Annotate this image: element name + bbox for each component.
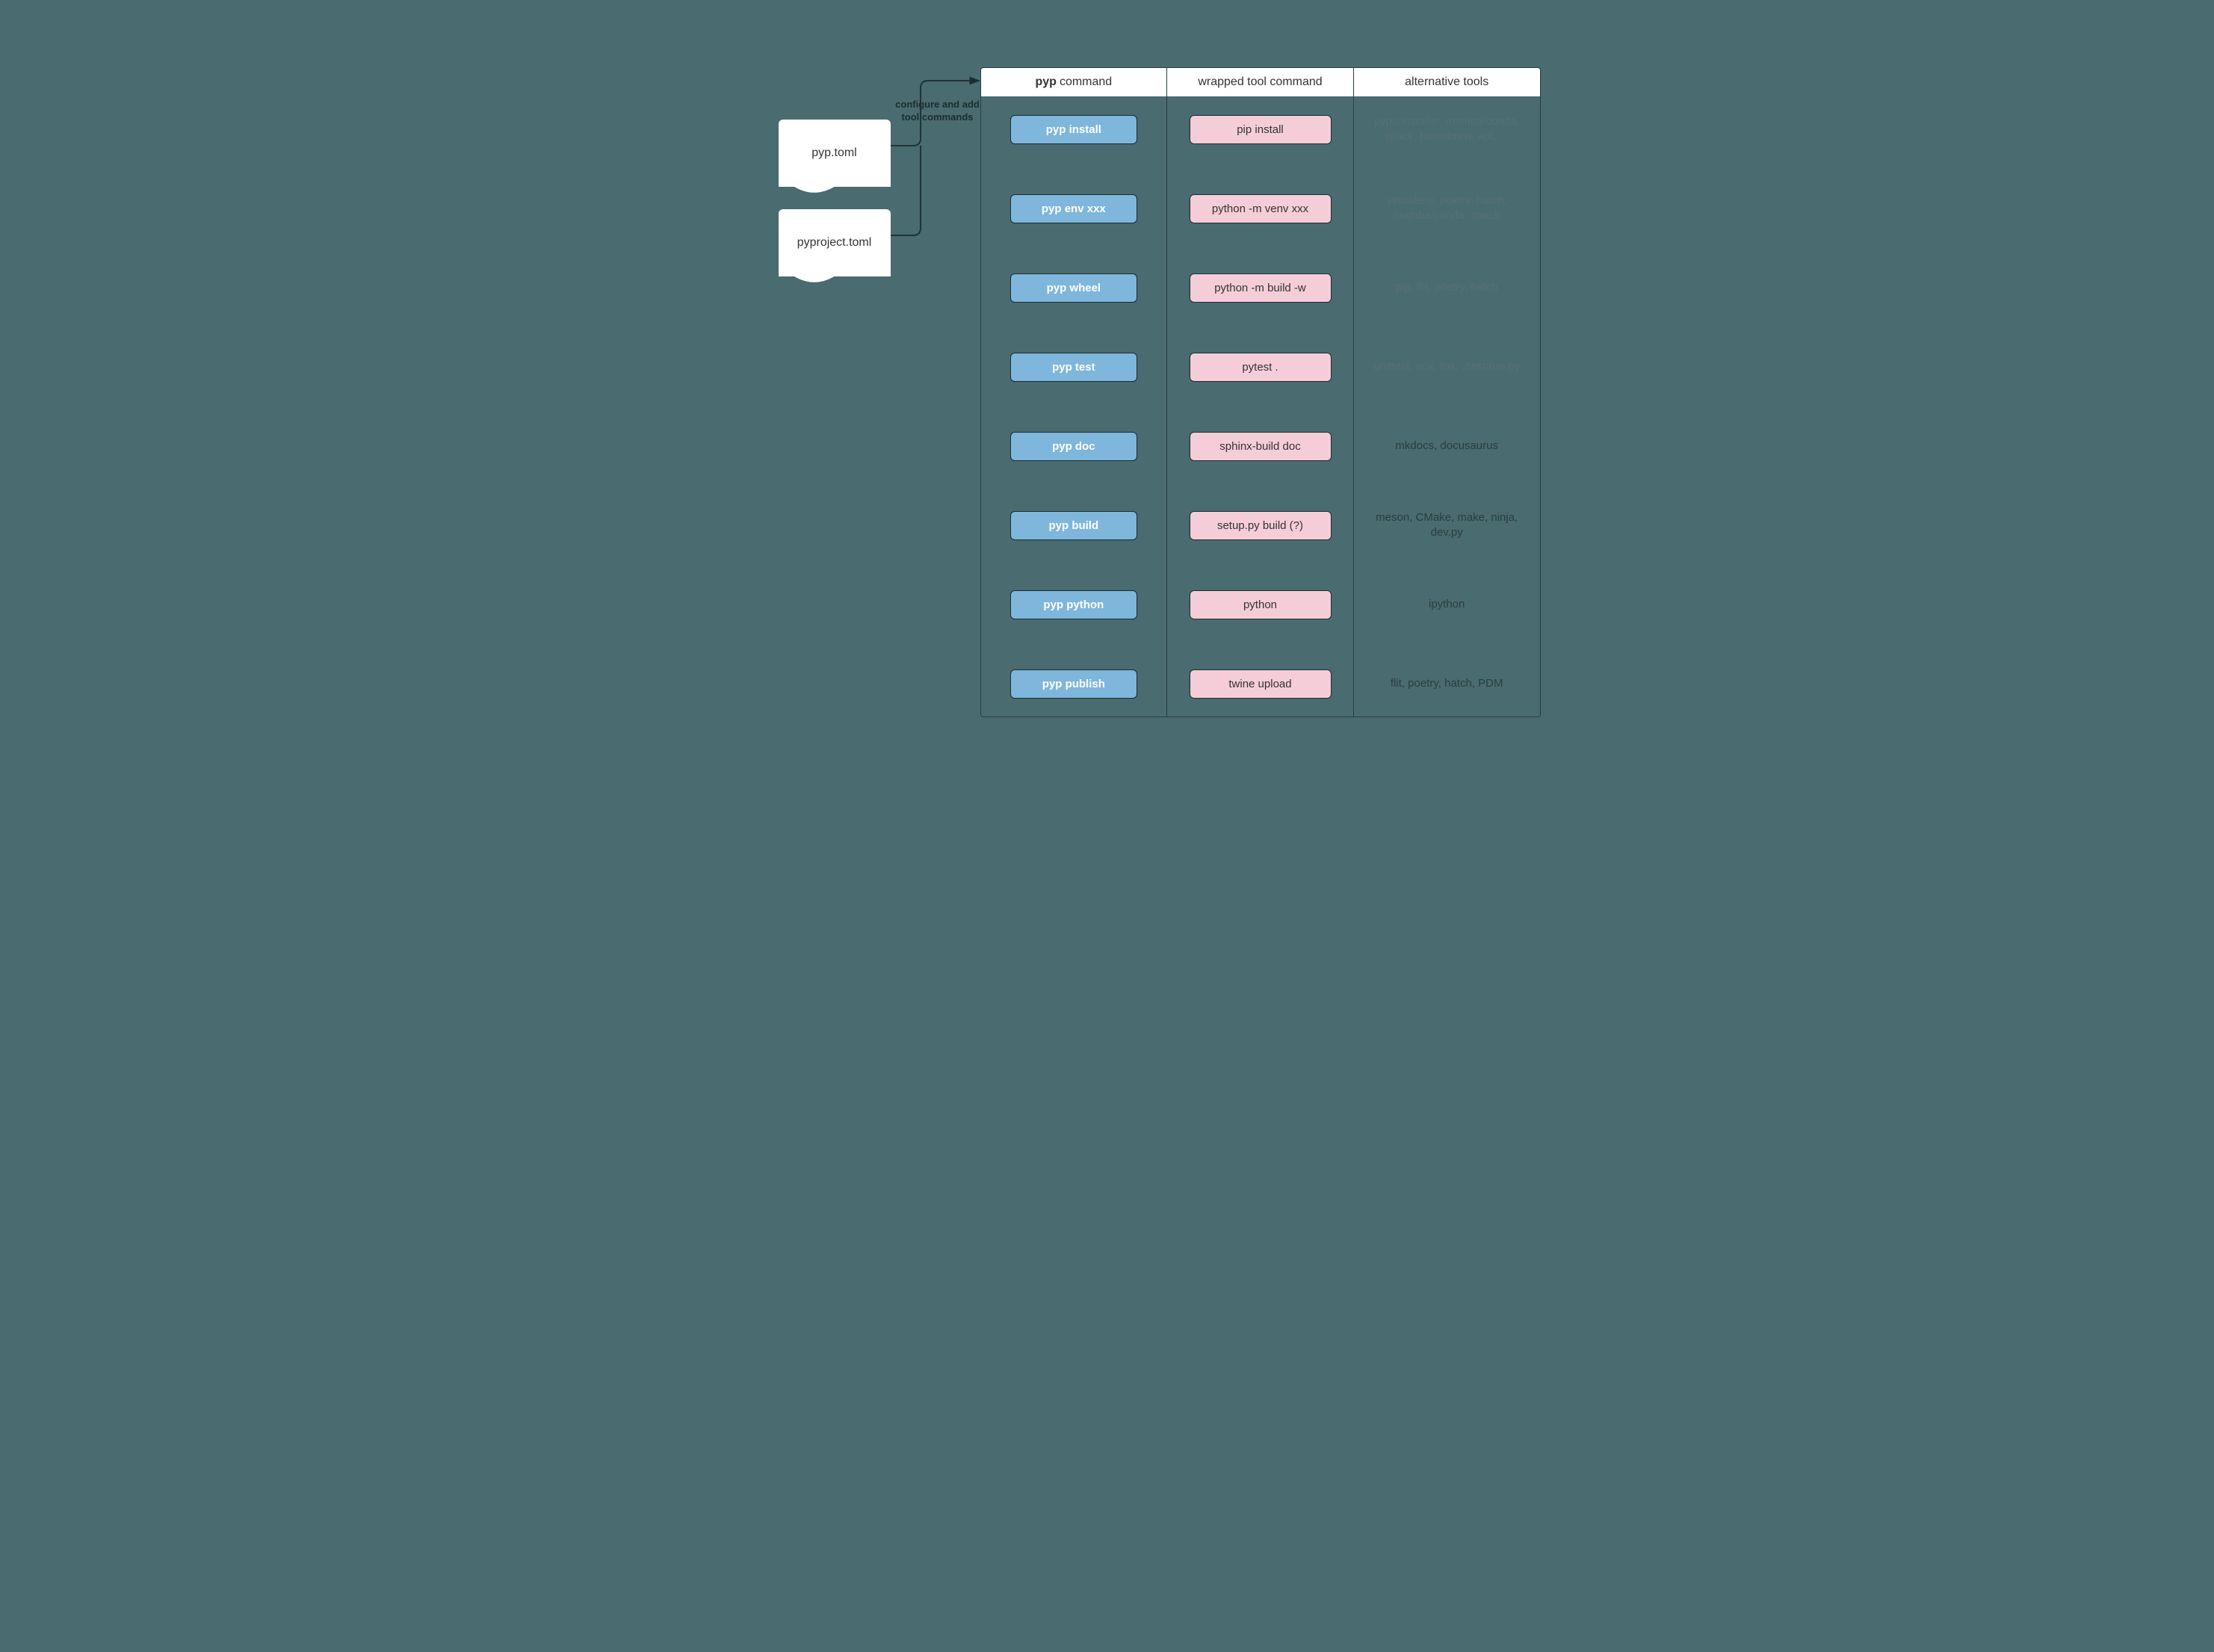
wrapped-command-badge: pytest . — [1190, 353, 1332, 382]
wrapped-cmd-slot: sphinx-build doc — [1181, 428, 1340, 464]
column-alt-tools: pypa/installer, mamba/conda, spack, home… — [1354, 96, 1540, 717]
header-pyp-command: pyp command — [981, 68, 1168, 96]
diagram-canvas: pyp.toml pyproject.toml configure and ad… — [667, 45, 1548, 762]
alt-tools-slot: mkdocs, docusaurus — [1367, 428, 1527, 464]
alt-tools-slot: pip, flit, poetry, hatch — [1367, 270, 1527, 306]
table-header-row: pyp command wrapped tool command alterna… — [981, 68, 1540, 96]
wrapped-cmd-slot: python -m build -w — [1181, 270, 1340, 306]
wrapped-command-badge: sphinx-build doc — [1190, 432, 1332, 461]
pyp-command-badge: pyp build — [1010, 511, 1137, 540]
pyp-command-badge: pyp test — [1010, 353, 1137, 382]
wrapped-command-badge: pip install — [1190, 115, 1332, 144]
command-table: pyp command wrapped tool command alterna… — [980, 67, 1541, 717]
file-pyproject-toml: pyproject.toml — [779, 209, 891, 276]
alt-tools-slot: flit, poetry, hatch, PDM — [1367, 666, 1527, 702]
header-wrapped-tool: wrapped tool command — [1167, 68, 1354, 96]
alt-tools-text: unittest, nox, tox, ./test/run.py — [1370, 352, 1523, 382]
pyp-cmd-slot: pyp install — [995, 111, 1154, 147]
table-body: pyp install pyp env xxx pyp wheel pyp test p… — [981, 96, 1540, 717]
pyp-command-badge: pyp python — [1010, 590, 1137, 619]
pyp-command-badge: pyp install — [1010, 115, 1137, 144]
alt-tools-slot: unittest, nox, tox, ./test/run.py — [1367, 349, 1527, 385]
file-label: pyproject.toml — [797, 236, 872, 250]
pyp-command-badge: pyp doc — [1010, 432, 1137, 461]
pyp-command-badge: pyp env xxx — [1010, 194, 1137, 223]
connector-label: configure and add tool commands — [885, 99, 990, 124]
wrapped-cmd-slot: setup.py build (?) — [1181, 507, 1340, 543]
pyp-cmd-slot: pyp publish — [995, 666, 1154, 702]
column-wrapped-tool: pip install python -m venv xxx python -m b… — [1167, 96, 1354, 717]
pyp-cmd-slot: pyp build — [995, 507, 1154, 543]
wrapped-cmd-slot: twine upload — [1181, 666, 1340, 702]
wrapped-command-badge: python -m venv xxx — [1190, 194, 1332, 223]
wrapped-command-badge: setup.py build (?) — [1190, 511, 1332, 540]
alt-tools-text: ipython — [1426, 590, 1468, 619]
wrapped-cmd-slot: pytest . — [1181, 349, 1340, 385]
alt-tools-text: flit, poetry, hatch, PDM — [1388, 669, 1506, 699]
pyp-command-badge: pyp wheel — [1010, 273, 1137, 303]
wrapped-cmd-slot: pip install — [1181, 111, 1340, 147]
alt-tools-text: virtualenv, poetry, hatch, mamba/conda, … — [1367, 194, 1527, 224]
pyp-command-badge: pyp publish — [1010, 669, 1137, 699]
alt-tools-slot: ipython — [1367, 587, 1527, 622]
alt-tools-slot: pypa/installer, mamba/conda, spack, home… — [1367, 111, 1527, 147]
alt-tools-text: mkdocs, docusaurus — [1392, 431, 1501, 461]
pyp-cmd-slot: pyp doc — [995, 428, 1154, 464]
alt-tools-slot: virtualenv, poetry, hatch, mamba/conda, … — [1367, 191, 1527, 226]
alt-tools-slot: meson, CMake, make, ninja, dev.py — [1367, 507, 1527, 543]
column-pyp-command: pyp install pyp env xxx pyp wheel pyp test p… — [981, 96, 1168, 717]
file-pyp-toml: pyp.toml — [779, 120, 891, 187]
pyp-cmd-slot: pyp python — [995, 587, 1154, 622]
wrapped-command-badge: twine upload — [1190, 669, 1332, 699]
wrapped-command-badge: python — [1190, 590, 1332, 619]
alt-tools-text: meson, CMake, make, ninja, dev.py — [1367, 510, 1527, 541]
file-label: pyp.toml — [811, 146, 856, 160]
wrapped-command-badge: python -m build -w — [1190, 273, 1332, 303]
wrapped-cmd-slot: python -m venv xxx — [1181, 191, 1340, 226]
wrapped-cmd-slot: python — [1181, 587, 1340, 622]
pyp-cmd-slot: pyp test — [995, 349, 1154, 385]
pyp-cmd-slot: pyp env xxx — [995, 191, 1154, 226]
header-alt-tools: alternative tools — [1354, 68, 1540, 96]
alt-tools-text: pypa/installer, mamba/conda, spack, home… — [1367, 114, 1527, 145]
alt-tools-text: pip, flit, poetry, hatch — [1393, 273, 1501, 303]
pyp-cmd-slot: pyp wheel — [995, 270, 1154, 306]
